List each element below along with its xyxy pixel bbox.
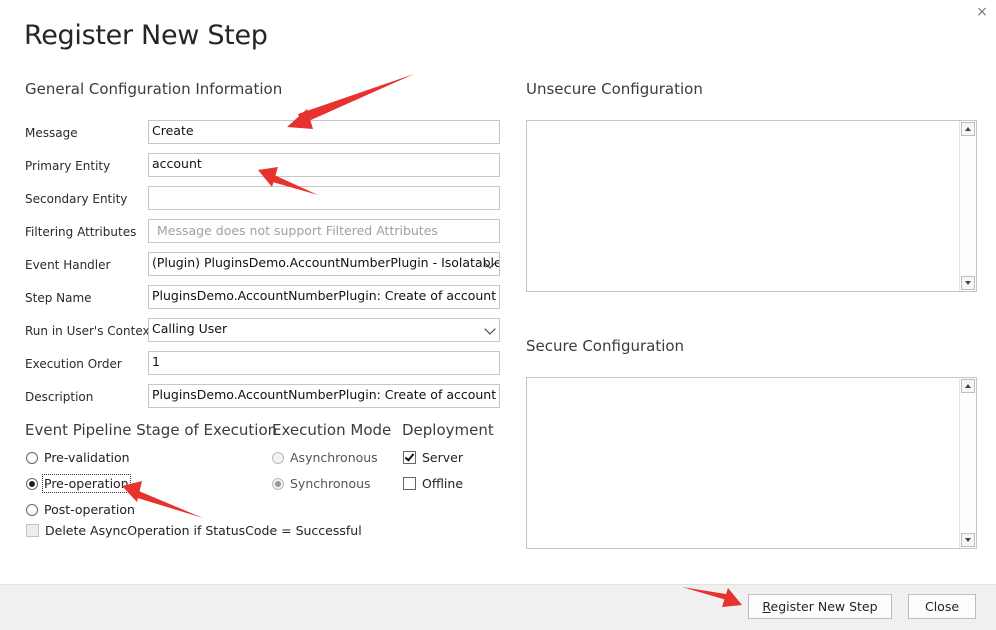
execution-order-label: Execution Order (25, 357, 122, 371)
asynchronous-label: Asynchronous (290, 450, 378, 465)
pre-operation-label: Pre-operation (42, 474, 131, 493)
checkmark-icon (404, 451, 415, 462)
message-input[interactable]: Create (148, 120, 500, 144)
post-operation-radio[interactable] (26, 504, 38, 516)
run-context-value: Calling User (152, 321, 228, 336)
synchronous-label: Synchronous (290, 476, 371, 491)
secondary-entity-input[interactable] (148, 186, 500, 210)
primary-entity-input[interactable]: account (148, 153, 500, 177)
scrollbar[interactable] (959, 121, 976, 291)
secondary-entity-label: Secondary Entity (25, 192, 128, 206)
event-handler-value: (Plugin) PluginsDemo.AccountNumberPlugin… (152, 255, 500, 270)
radio-selected-dot (275, 481, 281, 487)
register-step-dialog: × Register New Step General Configuratio… (0, 0, 996, 630)
description-input[interactable]: PluginsDemo.AccountNumberPlugin: Create … (148, 384, 500, 408)
arrow-up-icon (965, 127, 971, 131)
delete-async-label: Delete AsyncOperation if StatusCode = Su… (45, 523, 362, 538)
unsecure-config-heading: Unsecure Configuration (526, 80, 703, 98)
scroll-up-button[interactable] (961, 122, 975, 136)
register-accelerator: R (762, 599, 771, 614)
execution-mode-heading: Execution Mode (272, 421, 392, 439)
radio-selected-dot (29, 481, 35, 487)
post-operation-label: Post-operation (44, 502, 135, 517)
asynchronous-radio[interactable] (272, 452, 284, 464)
server-checkbox[interactable] (403, 451, 416, 464)
step-name-input[interactable]: PluginsDemo.AccountNumberPlugin: Create … (148, 285, 500, 309)
arrow-annotation-icon (131, 489, 203, 518)
unsecure-config-textarea[interactable] (526, 120, 977, 292)
secure-config-heading: Secure Configuration (526, 337, 685, 355)
register-new-step-button[interactable]: Register New Step (748, 594, 892, 619)
arrow-down-icon (965, 281, 971, 285)
arrow-down-icon (965, 538, 971, 542)
close-button[interactable]: Close (908, 594, 976, 619)
arrow-annotation-icon (298, 74, 414, 124)
secure-config-textarea[interactable] (526, 377, 977, 549)
offline-label: Offline (422, 476, 464, 491)
scroll-up-button[interactable] (961, 379, 975, 393)
pre-validation-radio[interactable] (26, 452, 38, 464)
execution-order-input[interactable]: 1 (148, 351, 500, 375)
scroll-down-button[interactable] (961, 533, 975, 547)
run-context-select[interactable]: Calling User (148, 318, 500, 342)
pipeline-stage-heading: Event Pipeline Stage of Execution (25, 421, 278, 439)
event-handler-select[interactable]: (Plugin) PluginsDemo.AccountNumberPlugin… (148, 252, 500, 276)
primary-entity-label: Primary Entity (25, 159, 111, 173)
deployment-heading: Deployment (402, 421, 494, 439)
pre-operation-radio[interactable] (26, 478, 38, 490)
run-context-label: Run in User's Context (25, 324, 155, 338)
description-label: Description (25, 390, 94, 404)
message-label: Message (25, 126, 78, 140)
pre-validation-label: Pre-validation (44, 450, 130, 465)
synchronous-radio[interactable] (272, 478, 284, 490)
event-handler-label: Event Handler (25, 258, 111, 272)
filtering-attributes-label: Filtering Attributes (25, 225, 137, 239)
chevron-down-icon (484, 323, 496, 335)
dialog-footer: Register New Step Close (0, 584, 996, 630)
dialog-title: Register New Step (24, 20, 268, 51)
close-icon[interactable]: × (974, 4, 990, 20)
arrow-up-icon (965, 384, 971, 388)
server-label: Server (422, 450, 463, 465)
offline-checkbox[interactable] (403, 477, 416, 490)
filtering-attributes-input[interactable]: Message does not support Filtered Attrib… (148, 219, 500, 243)
scrollbar[interactable] (959, 378, 976, 548)
delete-async-checkbox[interactable] (26, 524, 39, 537)
register-label: egister New Step (770, 599, 878, 614)
general-config-heading: General Configuration Information (25, 80, 283, 98)
step-name-label: Step Name (25, 291, 92, 305)
scroll-down-button[interactable] (961, 276, 975, 290)
